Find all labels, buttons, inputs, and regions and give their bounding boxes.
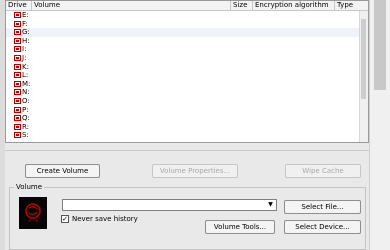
drive-icon bbox=[14, 72, 21, 79]
drive-row[interactable]: H: bbox=[6, 37, 368, 46]
drive-icon bbox=[14, 89, 21, 96]
dropdown-arrow-icon[interactable]: ▼ bbox=[266, 201, 275, 209]
wipe-cache-button[interactable]: Wipe Cache bbox=[285, 164, 361, 178]
drive-row[interactable]: L: bbox=[6, 71, 368, 80]
drive-list-header: Drive Volume Size Encryption algorithm T… bbox=[6, 1, 368, 11]
drive-icon bbox=[14, 63, 21, 70]
window-scrollbar[interactable] bbox=[369, 0, 390, 250]
drive-row[interactable]: K: bbox=[6, 63, 368, 72]
volume-properties-button[interactable]: Volume Properties... bbox=[152, 164, 238, 178]
drive-row[interactable]: R: bbox=[6, 123, 368, 132]
drive-icon bbox=[14, 106, 21, 113]
drive-row[interactable]: S: bbox=[6, 131, 368, 140]
drive-letter: P: bbox=[22, 105, 29, 114]
drive-letter: R: bbox=[22, 122, 30, 131]
column-header-volume[interactable]: Volume bbox=[32, 1, 231, 10]
drive-icon bbox=[14, 54, 21, 61]
drive-icon bbox=[14, 46, 21, 53]
drive-icon bbox=[14, 12, 21, 18]
drive-letter: S: bbox=[22, 131, 29, 140]
drive-letter: I: bbox=[22, 45, 27, 54]
drive-letter: F: bbox=[22, 19, 28, 28]
drive-icon bbox=[14, 37, 21, 44]
drive-icon bbox=[14, 123, 21, 130]
divider bbox=[5, 150, 369, 151]
window-scroll-thumb[interactable] bbox=[374, 0, 386, 90]
drive-row[interactable]: I: bbox=[6, 45, 368, 54]
drive-letter: H: bbox=[22, 36, 30, 45]
drive-letter: L: bbox=[22, 71, 29, 80]
drive-letter: E: bbox=[22, 11, 29, 19]
column-header-size[interactable]: Size bbox=[231, 1, 253, 10]
volume-tools-button[interactable]: Volume Tools... bbox=[205, 220, 275, 234]
drive-row[interactable]: J: bbox=[6, 54, 368, 63]
drive-row[interactable]: G: bbox=[6, 28, 368, 37]
drive-row[interactable]: M: bbox=[6, 80, 368, 89]
drive-list-scroll-thumb[interactable] bbox=[361, 19, 366, 99]
column-header-type[interactable]: Type bbox=[335, 1, 365, 10]
drive-letter: K: bbox=[22, 62, 29, 71]
volume-path-combobox[interactable]: ▼ bbox=[62, 199, 277, 211]
drive-letter: G: bbox=[22, 28, 30, 37]
drive-row[interactable]: Q: bbox=[6, 114, 368, 123]
drive-row[interactable]: N: bbox=[6, 88, 368, 97]
drive-icon bbox=[14, 115, 21, 122]
drive-letter: N: bbox=[22, 88, 30, 97]
column-header-encryption-algorithm[interactable]: Encryption algorithm bbox=[253, 1, 335, 10]
drive-icon bbox=[14, 97, 21, 104]
never-save-history-label: Never save history bbox=[72, 215, 138, 223]
drive-row[interactable]: O: bbox=[6, 97, 368, 106]
drive-icon bbox=[14, 29, 21, 36]
drive-row[interactable]: F: bbox=[6, 20, 368, 29]
drive-letter: M: bbox=[22, 79, 31, 88]
select-device-button[interactable]: Select Device... bbox=[284, 220, 361, 234]
drive-row[interactable]: E: bbox=[6, 11, 368, 20]
drive-list[interactable]: Drive Volume Size Encryption algorithm T… bbox=[5, 0, 369, 143]
drive-letter: J: bbox=[22, 53, 27, 62]
column-header-drive[interactable]: Drive bbox=[6, 1, 32, 10]
drive-list-scrollbar[interactable] bbox=[359, 11, 368, 142]
drive-letter: Q: bbox=[22, 114, 30, 123]
create-volume-button[interactable]: Create Volume bbox=[25, 164, 100, 178]
select-file-button[interactable]: Select File... bbox=[284, 200, 361, 214]
truecrypt-logo bbox=[19, 197, 47, 229]
never-save-history-checkbox[interactable]: ✓ bbox=[61, 215, 69, 223]
drive-icon bbox=[14, 80, 21, 87]
volume-group-title: Volume bbox=[14, 183, 45, 191]
drive-icon bbox=[14, 132, 21, 139]
drive-icon bbox=[14, 20, 21, 27]
drive-row[interactable]: P: bbox=[6, 106, 368, 115]
drive-letter: O: bbox=[22, 96, 30, 105]
drive-rows: E: F: G: H: I: J: K: L: M: N: O: P: Q: R: S: bbox=[6, 11, 368, 140]
